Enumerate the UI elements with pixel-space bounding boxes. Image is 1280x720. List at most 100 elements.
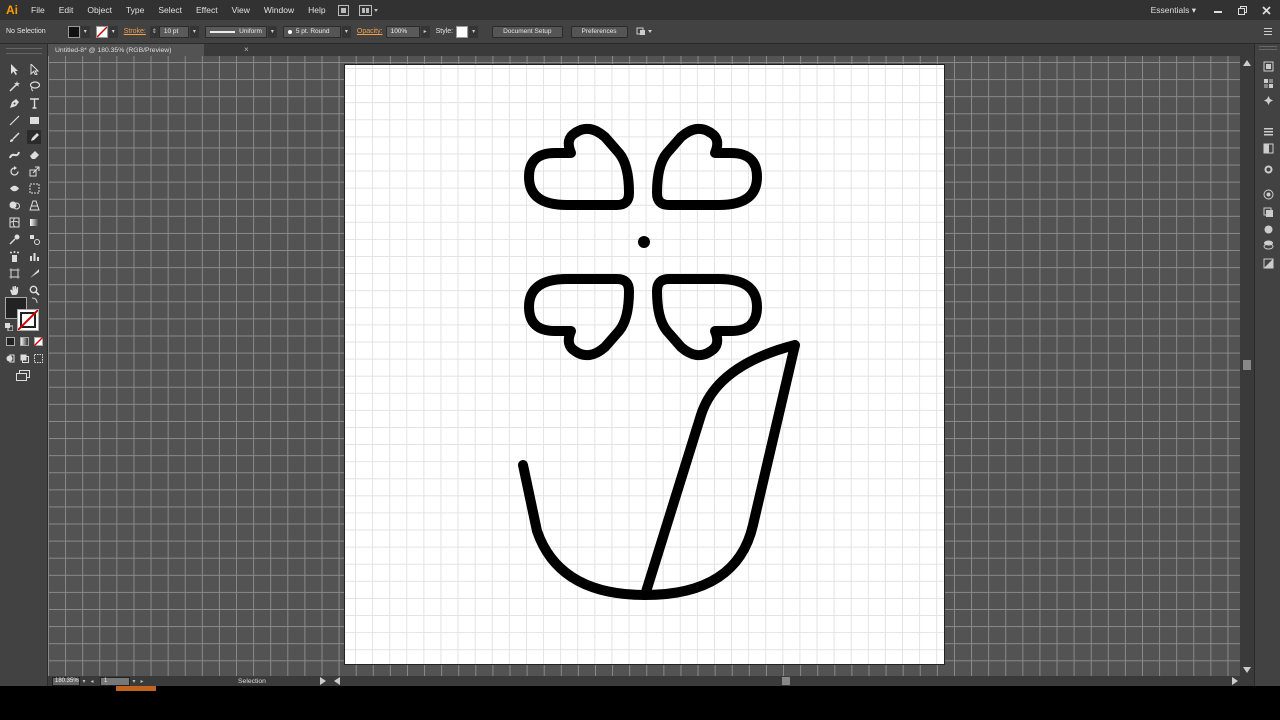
pen-tool-icon[interactable]	[7, 96, 21, 110]
gradient-tool-icon[interactable]	[27, 215, 41, 229]
panel-grip[interactable]	[6, 48, 42, 54]
opacity-dropdown-icon[interactable]: ▸	[420, 25, 430, 38]
width-tool-icon[interactable]	[7, 181, 21, 195]
workspace-switcher[interactable]: Essentials ▾	[1151, 5, 1196, 16]
artboard[interactable]	[344, 64, 945, 665]
minimize-icon[interactable]	[1208, 3, 1228, 17]
flower-artwork[interactable]	[345, 65, 946, 666]
column-graph-tool-icon[interactable]	[27, 249, 41, 263]
brushes-panel-icon[interactable]	[1261, 124, 1275, 138]
close-icon[interactable]	[1256, 3, 1276, 17]
shape-builder-tool-icon[interactable]	[7, 198, 21, 212]
brush-definition[interactable]: 5 pt. Round	[282, 25, 341, 38]
vertical-scroll-thumb[interactable]	[1243, 360, 1251, 370]
eraser-tool-icon[interactable]	[27, 147, 41, 161]
selection-tool-icon[interactable]	[7, 62, 21, 76]
brush-dropdown-icon[interactable]: ▾	[341, 25, 351, 38]
draw-inside-icon[interactable]	[34, 354, 43, 365]
magic-wand-tool-icon[interactable]	[7, 79, 21, 93]
mesh-tool-icon[interactable]	[7, 215, 21, 229]
opacity-link[interactable]: Opacity:	[357, 28, 383, 35]
menu-help[interactable]: Help	[301, 0, 332, 20]
zoom-field[interactable]: 180.35%	[52, 676, 80, 686]
blend-tool-icon[interactable]	[27, 232, 41, 246]
appearance-panel-icon[interactable]	[1261, 222, 1275, 236]
free-transform-tool-icon[interactable]	[27, 181, 41, 195]
slice-tool-icon[interactable]	[27, 266, 41, 280]
profile-dropdown-icon[interactable]: ▾	[267, 25, 277, 38]
menu-object[interactable]: Object	[80, 0, 119, 20]
default-fill-stroke-icon[interactable]	[5, 323, 14, 333]
artboard-dropdown-icon[interactable]: ▾	[130, 677, 138, 686]
stroke-weight-field[interactable]: 10 pt	[158, 25, 189, 38]
menu-type[interactable]: Type	[119, 0, 151, 20]
draw-mode-icon[interactable]	[6, 354, 15, 365]
horizontal-scroll-thumb[interactable]	[782, 677, 790, 685]
restore-icon[interactable]	[1232, 3, 1252, 17]
type-tool-icon[interactable]	[27, 96, 41, 110]
preferences-button[interactable]: Preferences	[570, 25, 628, 38]
stroke-weight-stepper[interactable]: ⇕	[149, 25, 159, 38]
direct-selection-tool-icon[interactable]	[27, 62, 41, 76]
menu-edit[interactable]: Edit	[52, 0, 81, 20]
screen-mode-icon[interactable]	[16, 370, 30, 383]
rectangle-tool-icon[interactable]	[27, 113, 41, 127]
arrange-documents-icon[interactable]	[358, 3, 380, 17]
stroke-swatch[interactable]	[95, 25, 108, 38]
color-mode-icon[interactable]	[6, 337, 15, 348]
gradient-panel-icon[interactable]	[1261, 187, 1275, 201]
dock-grip[interactable]	[1259, 46, 1277, 50]
pencil-tool-icon[interactable]	[27, 130, 41, 144]
perspective-grid-tool-icon[interactable]	[27, 198, 41, 212]
menu-effect[interactable]: Effect	[189, 0, 225, 20]
transparency-panel-icon[interactable]	[1261, 205, 1275, 219]
document-tab[interactable]: Untitled-8* @ 180.35% (RGB/Preview)	[48, 44, 204, 56]
eyedropper-tool-icon[interactable]	[7, 232, 21, 246]
paintbrush-tool-icon[interactable]	[7, 130, 21, 144]
previous-artboard-icon[interactable]: ◂	[88, 677, 96, 686]
symbols-panel-icon[interactable]	[1261, 141, 1275, 155]
layers-panel-icon[interactable]	[1261, 256, 1275, 270]
artboard-number-field[interactable]: 1	[100, 676, 130, 686]
document-setup-button[interactable]: Document Setup	[492, 25, 563, 38]
scale-tool-icon[interactable]	[27, 164, 41, 178]
graphic-styles-panel-icon[interactable]	[1261, 237, 1275, 251]
menu-select[interactable]: Select	[151, 0, 189, 20]
fill-dropdown-icon[interactable]: ▾	[80, 25, 90, 38]
stroke-dropdown-icon[interactable]: ▾	[108, 25, 118, 38]
zoom-tool-icon[interactable]	[27, 283, 41, 297]
canvas-area[interactable]	[48, 56, 1240, 676]
stroke-panel-icon[interactable]	[1261, 162, 1275, 176]
draw-behind-icon[interactable]	[20, 354, 29, 365]
zoom-dropdown-icon[interactable]: ▾	[80, 677, 88, 686]
gradient-mode-icon[interactable]	[20, 337, 29, 348]
bridge-icon[interactable]	[336, 3, 352, 17]
fill-swatch[interactable]	[67, 25, 80, 38]
color-guide-panel-icon[interactable]	[1261, 76, 1275, 90]
scroll-down-icon[interactable]	[1243, 666, 1251, 675]
artboard-tool-icon[interactable]	[7, 266, 21, 280]
rotate-tool-icon[interactable]	[7, 164, 21, 178]
graphic-style-swatch[interactable]	[456, 25, 469, 38]
symbol-sprayer-tool-icon[interactable]	[7, 249, 21, 263]
lasso-tool-icon[interactable]	[27, 79, 41, 93]
line-segment-tool-icon[interactable]	[7, 113, 21, 127]
scroll-up-icon[interactable]	[1243, 59, 1251, 68]
stroke-color-box[interactable]	[17, 309, 39, 331]
stroke-weight-dropdown-icon[interactable]: ▾	[189, 25, 199, 38]
vertical-scrollbar[interactable]	[1240, 56, 1254, 676]
swap-fill-stroke-icon[interactable]	[31, 297, 38, 306]
arrange-icon[interactable]	[636, 26, 656, 38]
color-panel-icon[interactable]	[1261, 59, 1275, 73]
style-dropdown-icon[interactable]: ▾	[469, 25, 479, 38]
stroke-panel-link[interactable]: Stroke:	[124, 28, 146, 35]
hand-tool-icon[interactable]	[7, 283, 21, 297]
panel-menu-icon[interactable]	[1264, 27, 1272, 37]
none-mode-icon[interactable]	[33, 336, 44, 348]
swatches-panel-icon[interactable]	[1261, 93, 1275, 107]
opacity-field[interactable]: 100%	[385, 25, 420, 38]
menu-view[interactable]: View	[225, 0, 257, 20]
menu-file[interactable]: File	[24, 0, 52, 20]
variable-width-profile[interactable]: Uniform	[204, 25, 267, 38]
menu-window[interactable]: Window	[257, 0, 301, 20]
